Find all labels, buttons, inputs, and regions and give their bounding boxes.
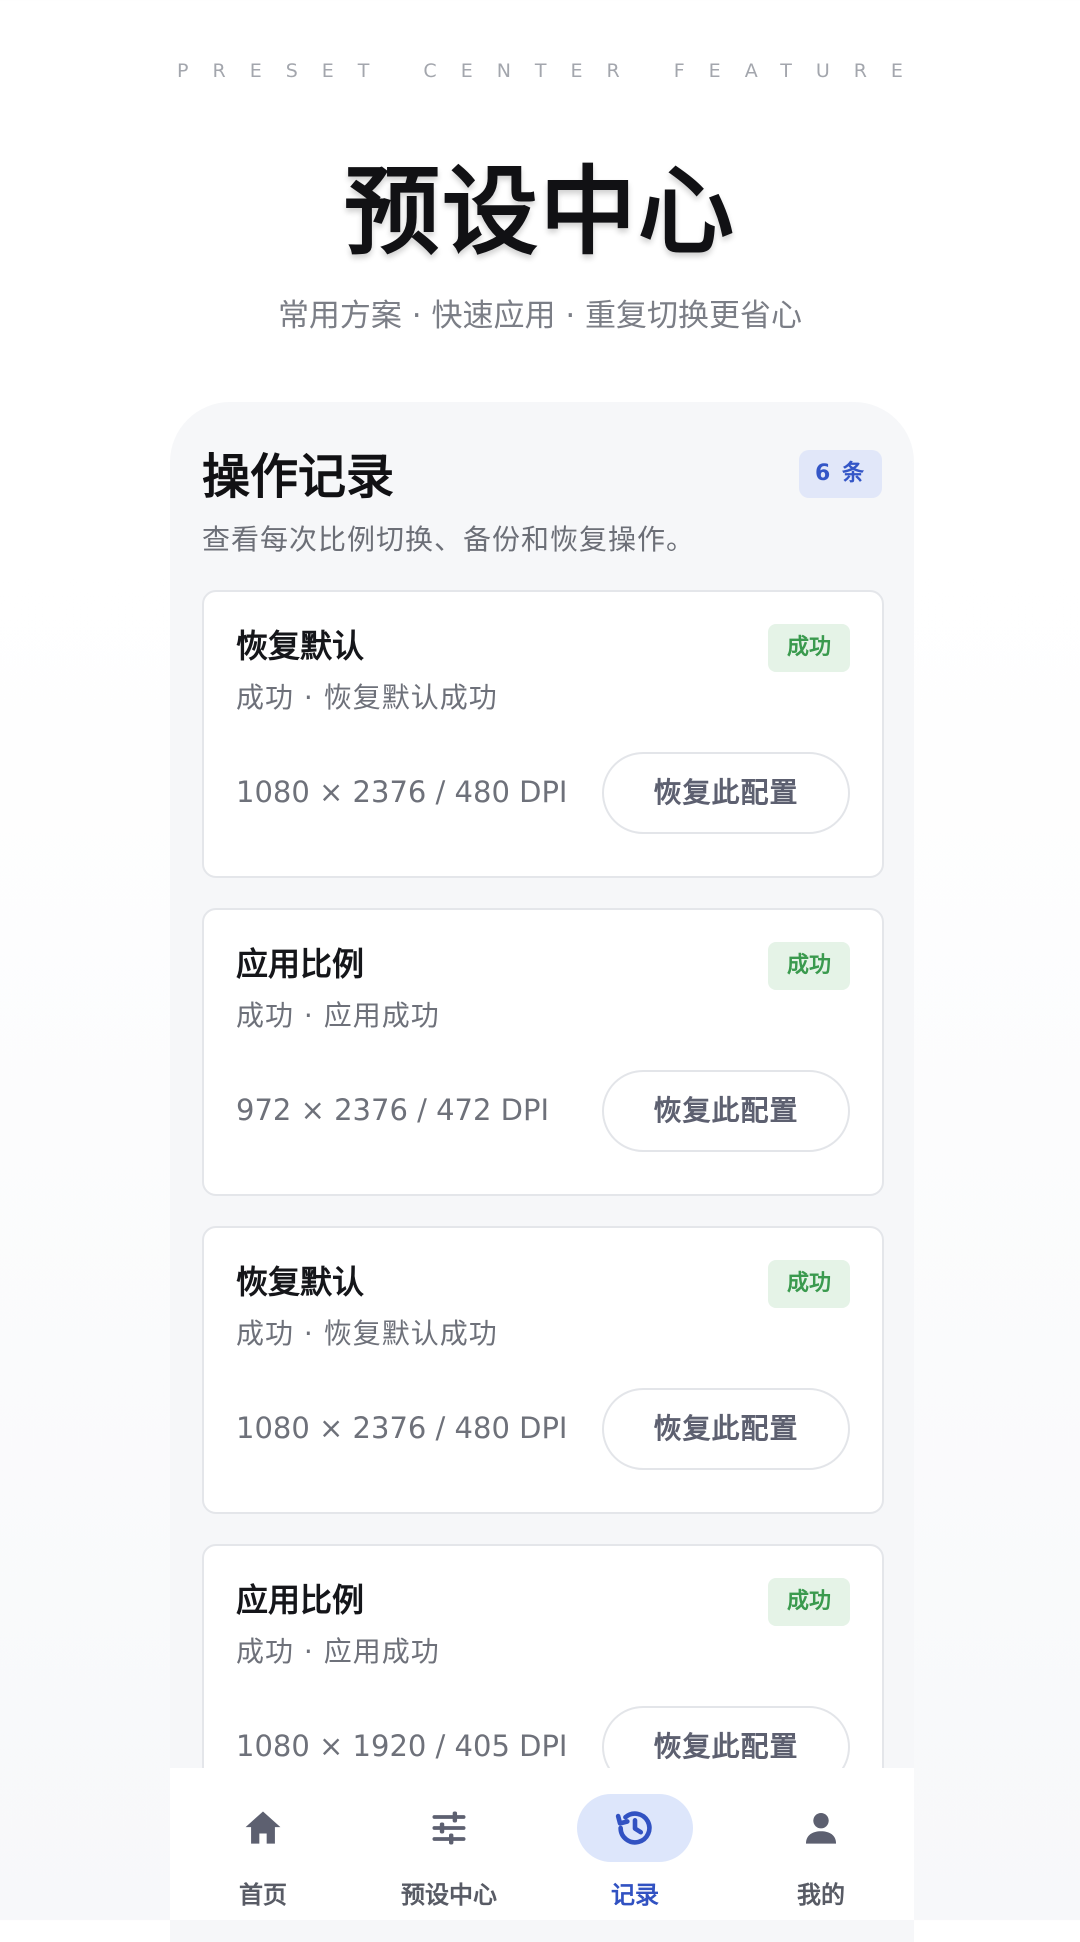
status-badge: 成功 xyxy=(768,1578,850,1626)
nav-item-presets[interactable]: 预设中心 xyxy=(356,1768,542,1920)
record-detail: 成功 · 应用成功 xyxy=(236,1635,440,1668)
records-panel: 操作记录 6 条 查看每次比例切换、备份和恢复操作。 恢复默认 成功 成功 · … xyxy=(170,402,914,1942)
restore-config-button[interactable]: 恢复此配置 xyxy=(602,752,850,834)
nav-label: 首页 xyxy=(239,1881,287,1909)
nav-label: 我的 xyxy=(797,1881,845,1909)
status-badge: 成功 xyxy=(768,1260,850,1308)
nav-item-records[interactable]: 记录 xyxy=(542,1768,728,1920)
restore-config-button[interactable]: 恢复此配置 xyxy=(602,1070,850,1152)
nav-item-profile[interactable]: 我的 xyxy=(728,1768,914,1920)
nav-label: 预设中心 xyxy=(401,1881,497,1909)
record-detail: 成功 · 恢复默认成功 xyxy=(236,1317,498,1350)
nav-item-home[interactable]: 首页 xyxy=(170,1768,356,1920)
bottom-nav: 首页 预设中心 记录 我的 xyxy=(170,1768,914,1920)
page-subtitle: 常用方案 · 快速应用 · 重复切换更省心 xyxy=(277,298,803,334)
record-card: 应用比例 成功 成功 · 应用成功 972 × 2376 / 472 DPI 恢… xyxy=(202,908,884,1196)
record-resolution-spec: 1080 × 2376 / 480 DPI xyxy=(236,775,568,809)
record-title: 恢复默认 xyxy=(236,1263,365,1301)
record-card: 恢复默认 成功 成功 · 恢复默认成功 1080 × 2376 / 480 DP… xyxy=(202,1226,884,1514)
restore-config-button[interactable]: 恢复此配置 xyxy=(602,1388,850,1470)
record-title: 恢复默认 xyxy=(236,627,365,665)
person-icon xyxy=(763,1794,879,1862)
records-panel-title: 操作记录 xyxy=(202,449,395,505)
nav-label: 记录 xyxy=(611,1881,659,1909)
record-list: 恢复默认 成功 成功 · 恢复默认成功 1080 × 2376 / 480 DP… xyxy=(202,590,884,1862)
record-count-badge: 6 条 xyxy=(799,450,882,498)
record-resolution-spec: 1080 × 1920 / 405 DPI xyxy=(236,1729,568,1763)
record-resolution-spec: 1080 × 2376 / 480 DPI xyxy=(236,1411,568,1445)
records-panel-description: 查看每次比例切换、备份和恢复操作。 xyxy=(202,523,696,556)
record-detail: 成功 · 恢复默认成功 xyxy=(236,681,498,714)
status-badge: 成功 xyxy=(768,624,850,672)
record-detail: 成功 · 应用成功 xyxy=(236,999,440,1032)
record-title: 应用比例 xyxy=(236,1581,365,1619)
record-title: 应用比例 xyxy=(236,945,365,983)
records-panel-header: 操作记录 6 条 xyxy=(202,442,882,512)
home-icon xyxy=(205,1794,321,1862)
feature-eyebrow: PRESET CENTER FEATURE xyxy=(177,60,927,82)
sliders-icon xyxy=(391,1794,507,1862)
record-card: 恢复默认 成功 成功 · 恢复默认成功 1080 × 2376 / 480 DP… xyxy=(202,590,884,878)
page-title: 预设中心 xyxy=(344,156,736,268)
history-icon xyxy=(577,1794,693,1862)
record-resolution-spec: 972 × 2376 / 472 DPI xyxy=(236,1093,550,1127)
status-badge: 成功 xyxy=(768,942,850,990)
